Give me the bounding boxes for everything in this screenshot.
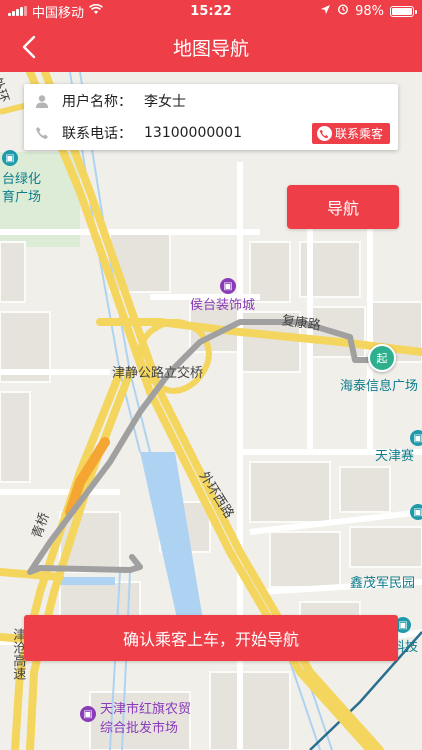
mall-icon: ▣ [80, 706, 96, 722]
page-title: 地图导航 [172, 37, 249, 60]
back-button[interactable] [14, 32, 44, 62]
status-bar: 中国移动 15:22 98% [0, 0, 422, 22]
confirm-pickup-button[interactable]: 确认乘客上车，开始导航 [24, 615, 398, 661]
map-label-tiyu-2: 育广场 [2, 190, 42, 205]
map-label-hongqi-1: 天津市红旗农贸 [100, 702, 192, 717]
building-icon: ▣ [410, 430, 422, 446]
contact-passenger-label: 联系乘客 [334, 127, 383, 141]
battery-percent: 98% [355, 3, 384, 19]
navigate-button[interactable]: 导航 [287, 185, 399, 229]
chevron-left-icon [22, 35, 36, 59]
map-label-houtai: 侯台装饰城 [190, 298, 256, 313]
alarm-icon [337, 3, 349, 19]
location-arrow-icon [320, 4, 331, 19]
wifi-icon [89, 3, 103, 19]
phone-call-icon [316, 126, 332, 141]
passenger-phone-label: 联系电话： [62, 126, 132, 142]
map-label-tianjinsai: 天津赛 [375, 449, 415, 464]
map-label-xinmao: 鑫茂军民园 [350, 576, 416, 591]
map-label-haitai: 海泰信息广场 [340, 379, 419, 394]
carrier-name: 中国移动 [32, 5, 85, 21]
map-label-jinjing: 津静公路立交桥 [112, 366, 204, 381]
map-label-hongqi-2: 综合批发市场 [100, 721, 179, 736]
passenger-name-label: 用户名称： [62, 94, 132, 110]
signal-icon [8, 6, 27, 16]
start-marker[interactable]: 起 [368, 344, 396, 372]
user-icon [34, 93, 50, 109]
status-left: 中国移动 [8, 2, 158, 21]
passenger-name-value: 李女士 [144, 94, 186, 110]
battery-level [392, 7, 412, 15]
building-icon: ▣ [410, 504, 422, 520]
phone-icon [34, 125, 50, 141]
passenger-name-row: 用户名称： 李女士 [34, 90, 186, 112]
status-right: 98% [264, 3, 417, 19]
nav-bar: 地图导航 [0, 22, 422, 72]
passenger-phone-row: 联系电话： 13100000001 [34, 122, 242, 144]
passenger-phone-value: 13100000001 [144, 125, 242, 141]
contact-passenger-button[interactable]: 联系乘客 [311, 123, 390, 144]
passenger-info-card: 用户名称： 李女士 联系电话： 13100000001 联系乘客 [24, 84, 398, 150]
battery-icon [390, 5, 417, 17]
map-label-tiyu-1: 台绿化 [2, 172, 42, 187]
status-time: 15:22 [190, 3, 232, 19]
map-label-jinghai: 津沧高速 [10, 628, 26, 680]
mall-icon: ▣ [220, 278, 236, 294]
building-icon: ▣ [2, 150, 18, 166]
